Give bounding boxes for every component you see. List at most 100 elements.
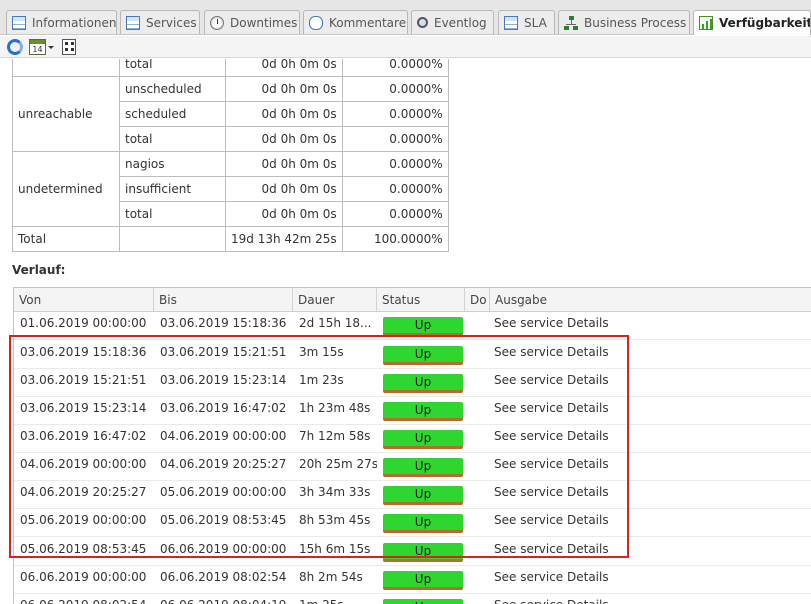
cell-von: 06.06.2019 00:00:00 <box>20 570 147 584</box>
time-cell: 0d 0h 0m 0s <box>225 176 343 202</box>
tab-bar: Informationen Services Downtimes Komment… <box>0 0 811 35</box>
history-row[interactable]: 05.06.2019 00:00:00 05.06.2019 08:53:45 8h… <box>14 509 811 537</box>
history-grid: Von Bis Dauer Status Do Ausgabe 01.06.20… <box>13 287 811 604</box>
status-badge: Up <box>383 514 463 533</box>
state-group-cell: undetermined <box>12 151 120 227</box>
network-icon[interactable] <box>62 39 76 55</box>
cell-von: 03.06.2019 15:18:36 <box>20 345 147 359</box>
tab-label: Kommentare <box>329 15 407 30</box>
cell-ausgabe: See service Details <box>494 513 609 527</box>
cell-von: 03.06.2019 15:21:51 <box>20 373 147 387</box>
time-cell: 0d 0h 0m 0s <box>225 201 343 227</box>
magnifier-icon <box>417 17 428 28</box>
empty-cell <box>119 226 226 252</box>
state-sub-cell: nagios <box>119 151 226 177</box>
column-header-do[interactable]: Do <box>465 288 490 312</box>
tab-eventlog[interactable]: Eventlog <box>411 10 494 34</box>
comment-icon <box>309 15 323 30</box>
tab-business-process[interactable]: Business Process <box>558 10 690 34</box>
history-row[interactable]: 06.06.2019 08:02:5406.06.2019 08:04:191m… <box>14 594 811 604</box>
total-label: Total <box>12 226 120 252</box>
status-badge: Up <box>383 571 463 590</box>
cell-von: 06.06.2019 08:02:54 <box>14 594 154 604</box>
toolbar: 14 <box>0 36 811 58</box>
cell-bis: 03.06.2019 15:21:51 <box>160 345 287 359</box>
tab-kommentare[interactable]: Kommentare <box>303 10 408 34</box>
cell-von: 04.06.2019 20:25:27 <box>20 485 147 499</box>
state-group-cell: unreachable <box>12 76 120 152</box>
status-badge: Up <box>383 346 463 365</box>
percent-cell: 0.0000% <box>341 126 449 152</box>
availability-row: unreachable unscheduled 0d 0h 0m 0s 0.00… <box>12 76 449 152</box>
state-sub-cell: insufficient <box>119 176 226 202</box>
cell-dauer: 1h 23m 48s <box>299 401 371 415</box>
tab-label: Informationen <box>32 15 117 30</box>
history-row[interactable]: 04.06.2019 20:25:27 05.06.2019 00:00:00 3h… <box>14 481 811 509</box>
tab-label: Eventlog <box>434 15 487 30</box>
history-row[interactable]: 04.06.2019 00:00:00 04.06.2019 20:25:27 20… <box>14 453 811 481</box>
history-row[interactable]: 03.06.2019 15:18:36 03.06.2019 15:21:51 3m… <box>14 341 811 369</box>
cell-ausgabe: See service Details <box>494 373 609 387</box>
history-row[interactable]: 03.06.2019 15:21:51 03.06.2019 15:23:14 1m… <box>14 369 811 397</box>
time-cell: 0d 0h 0m 0s <box>225 59 343 77</box>
cell-dauer: 2d 15h 18... <box>299 316 372 330</box>
cell-ausgabe: See service Details <box>494 345 609 359</box>
total-percent: 100.0000% <box>341 226 449 252</box>
column-header-status[interactable]: Status <box>377 288 465 312</box>
availability-total-row: Total 19d 13h 42m 25s 100.0000% <box>12 226 449 252</box>
cell-von: 01.06.2019 00:00:00 <box>20 316 147 330</box>
tab-label: Verfügbarkeit <box>719 16 811 30</box>
tab-services[interactable]: Services <box>120 10 200 34</box>
availability-row: undetermined nagios 0d 0h 0m 0s 0.0000% <box>12 151 449 227</box>
percent-cell: 0.0000% <box>341 151 449 177</box>
column-header-dauer[interactable]: Dauer <box>293 288 377 312</box>
column-header-ausgabe[interactable]: Ausgabe <box>490 288 811 312</box>
time-cell: 0d 0h 0m 0s <box>225 126 343 152</box>
chevron-down-icon[interactable] <box>48 46 54 49</box>
tab-downtimes[interactable]: Downtimes <box>204 10 300 34</box>
tab-label: Business Process <box>584 15 687 30</box>
history-row[interactable]: 05.06.2019 08:53:45 06.06.2019 00:00:00 15… <box>14 538 811 566</box>
cell-bis: 06.06.2019 08:02:54 <box>160 570 287 584</box>
cell-von: 03.06.2019 16:47:02 <box>20 429 147 443</box>
cell-dauer: 1m 23s <box>299 373 344 387</box>
tab-informationen[interactable]: Informationen <box>6 10 117 34</box>
history-row[interactable]: 03.06.2019 16:47:02 04.06.2019 00:00:00 7h… <box>14 425 811 453</box>
time-cell: 0d 0h 0m 0s <box>225 101 343 127</box>
percent-cell: 0.0000% <box>341 59 449 77</box>
history-header: Von Bis Dauer Status Do Ausgabe <box>14 288 811 312</box>
history-row[interactable]: 01.06.2019 00:00:00 03.06.2019 15:18:36 2d… <box>14 312 811 340</box>
cell-von: 04.06.2019 00:00:00 <box>20 457 147 471</box>
history-row[interactable]: 06.06.2019 00:00:00 06.06.2019 08:02:54 8h… <box>14 566 811 594</box>
cell-von: 03.06.2019 15:23:14 <box>20 401 147 415</box>
tab-verfuegbarkeit[interactable]: Verfügbarkeit <box>693 10 811 35</box>
percent-cell: 0.0000% <box>341 201 449 227</box>
grid-icon <box>12 15 26 30</box>
refresh-icon[interactable] <box>7 39 23 55</box>
cell-ausgabe: See service Details <box>494 316 609 330</box>
column-header-bis[interactable]: Bis <box>154 288 293 312</box>
column-header-von[interactable]: Von <box>14 288 154 312</box>
cell-bis: 05.06.2019 00:00:00 <box>160 485 287 499</box>
cell-bis: 05.06.2019 08:53:45 <box>160 513 287 527</box>
cell-von: 05.06.2019 00:00:00 <box>20 513 147 527</box>
cell-bis: 03.06.2019 15:18:36 <box>160 316 287 330</box>
cell-ausgabe: See service Details <box>494 401 609 415</box>
calendar-icon[interactable]: 14 <box>29 39 46 55</box>
availability-table: total 0d 0h 0m 0s 0.0000% unreachable un… <box>12 59 449 252</box>
clock-icon <box>210 15 224 30</box>
history-row[interactable]: 03.06.2019 15:23:14 03.06.2019 16:47:02 1h… <box>14 397 811 425</box>
percent-cell: 0.0000% <box>341 176 449 202</box>
state-group-cell <box>12 59 120 77</box>
cell-von: 05.06.2019 08:53:45 <box>20 542 147 556</box>
tab-label: SLA <box>524 15 547 30</box>
cell-dauer: 20h 25m 27s <box>299 457 377 471</box>
status-badge: Up <box>383 458 463 477</box>
cell-ausgabe: See service Details <box>488 594 808 604</box>
cell-ausgabe: See service Details <box>494 570 609 584</box>
tab-sla[interactable]: SLA <box>498 10 555 34</box>
state-sub-cell: total <box>119 126 226 152</box>
status-badge: Up <box>383 317 463 336</box>
cell-dauer: 1m 25s <box>293 594 377 604</box>
cell-ausgabe: See service Details <box>494 542 609 556</box>
